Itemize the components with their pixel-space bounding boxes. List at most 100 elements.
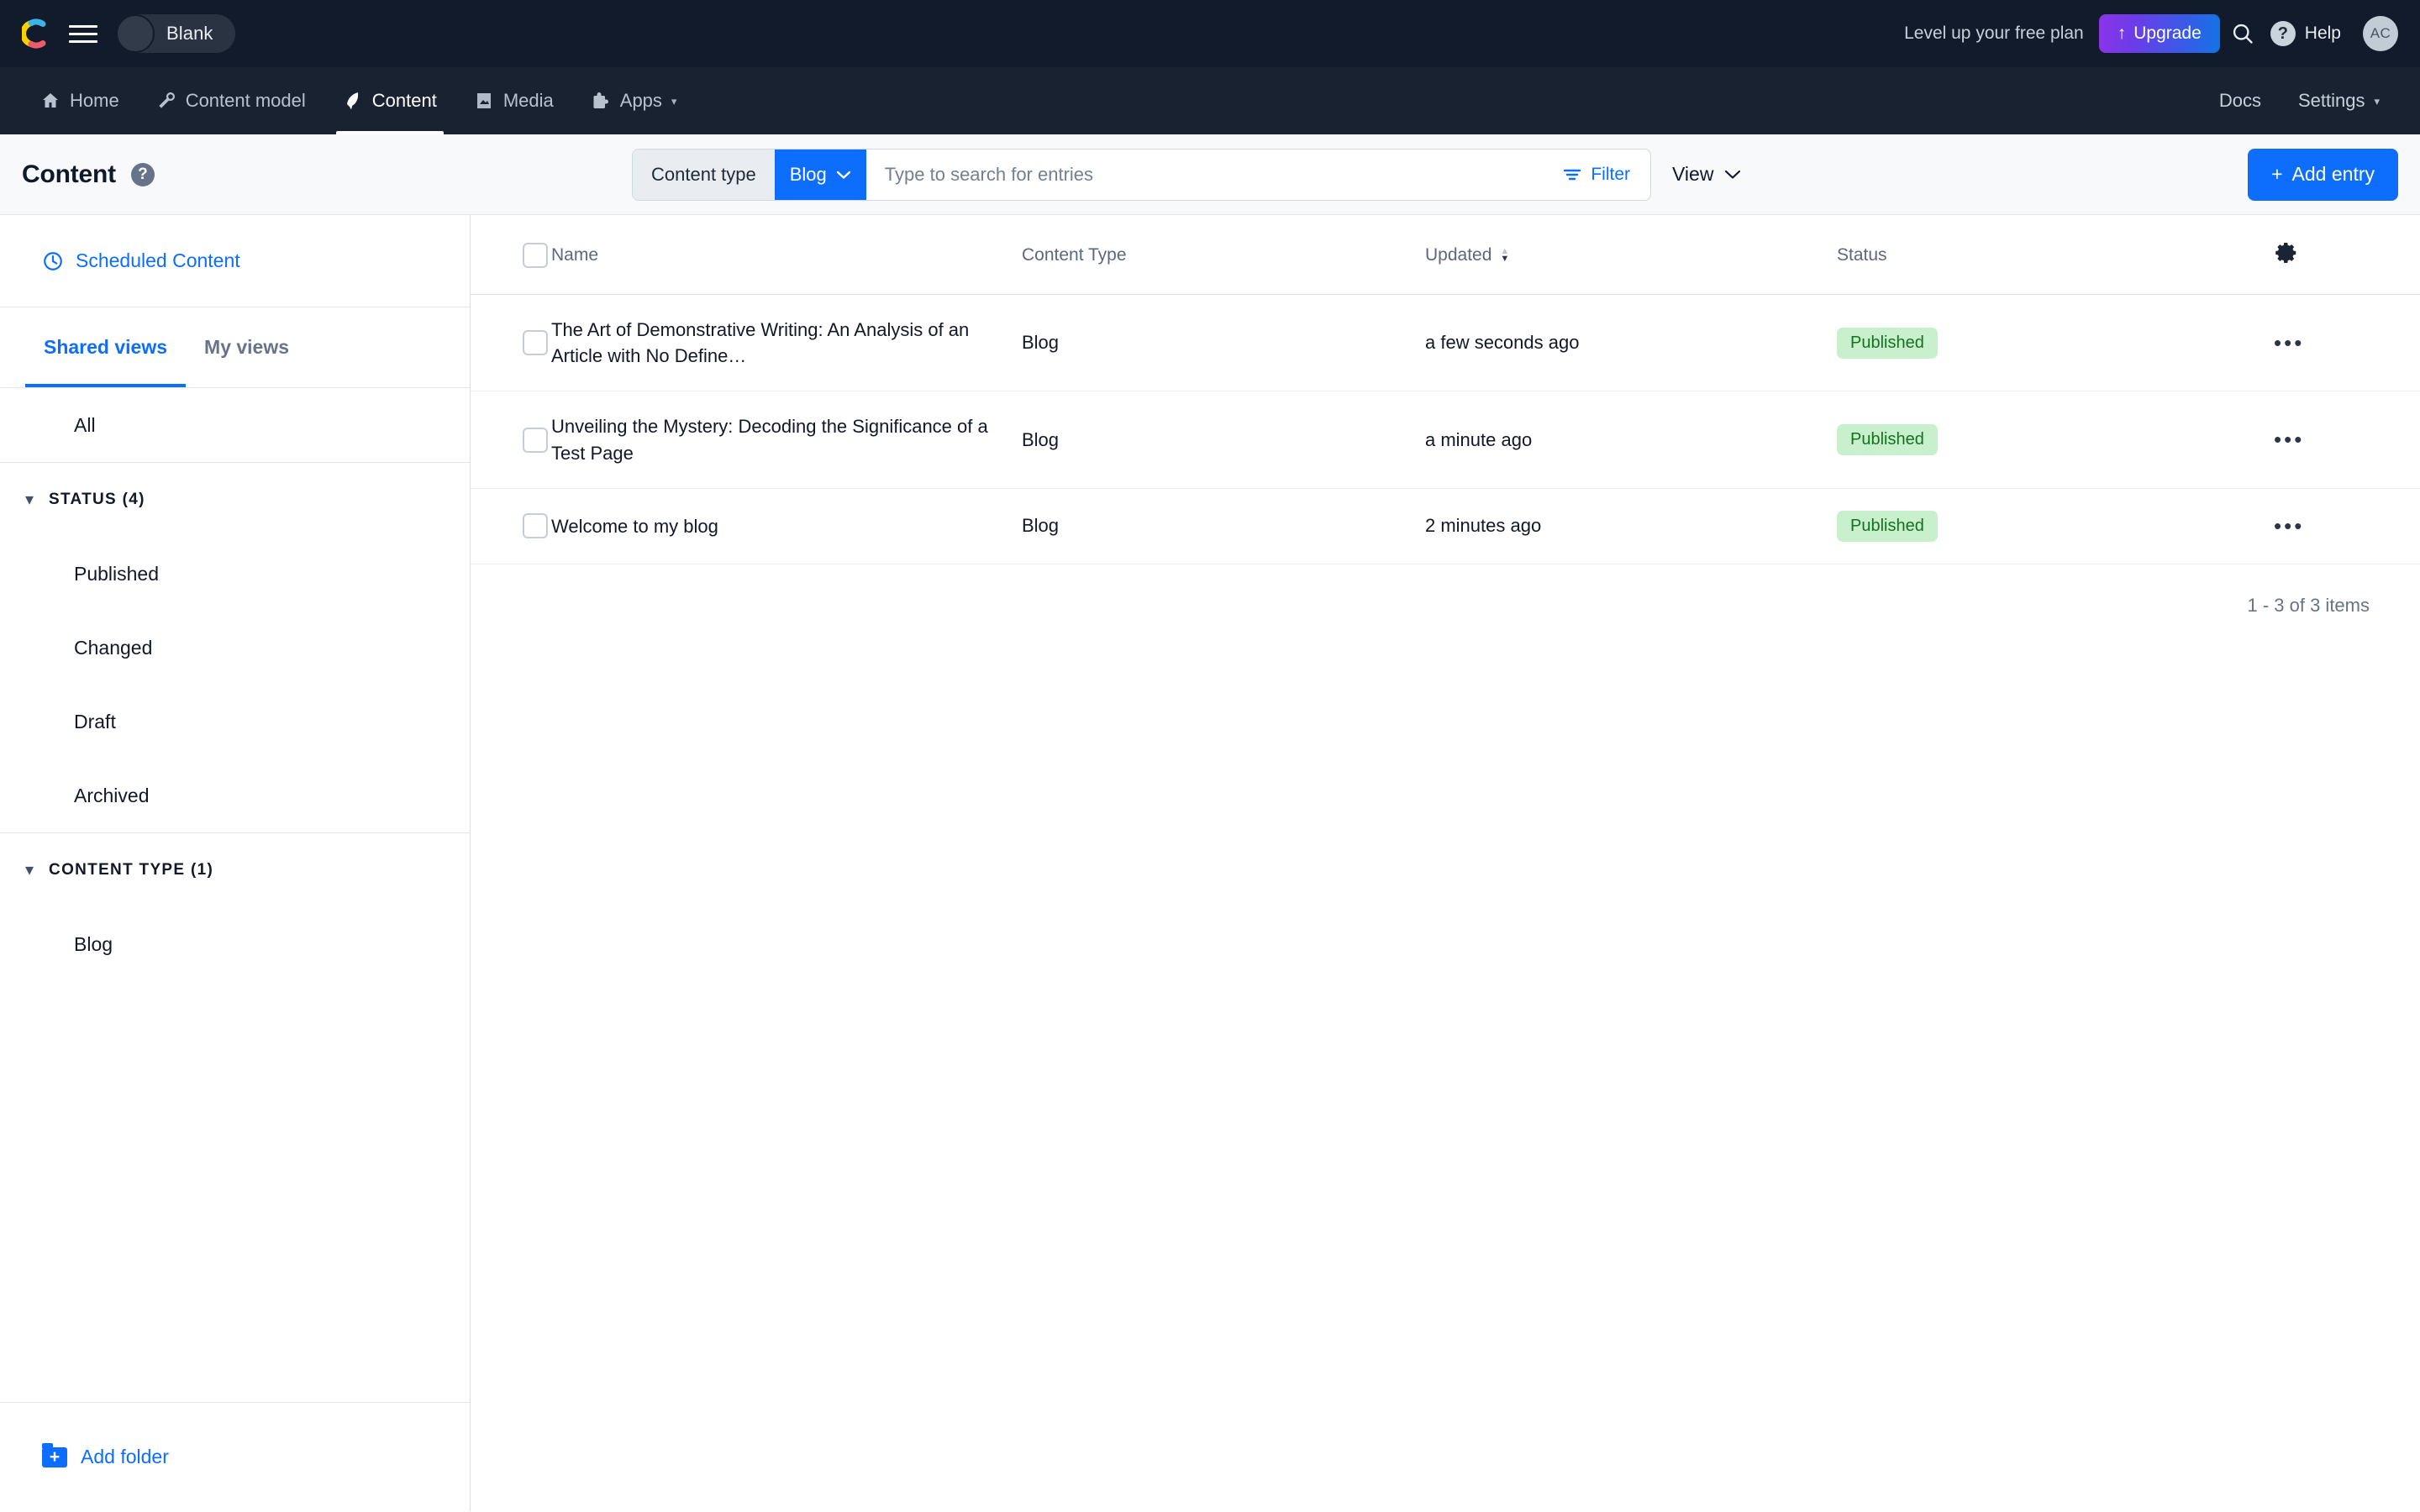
hamburger-menu-icon[interactable]: [69, 19, 97, 48]
contentful-logo-icon[interactable]: [22, 18, 50, 49]
search-bar: Content type Blog Filter: [632, 148, 1651, 201]
nav-item-content[interactable]: Content: [324, 67, 455, 134]
sidebar-item-archived[interactable]: Archived: [0, 759, 470, 832]
nav-item-home[interactable]: Home: [22, 67, 138, 134]
select-all-checkbox[interactable]: [523, 243, 548, 268]
row-select-cell: [471, 294, 551, 392]
table-row[interactable]: Welcome to my blog Blog 2 minutes ago Pu…: [471, 488, 2420, 564]
row-name[interactable]: Unveiling the Mystery: Decoding the Sign…: [551, 391, 1022, 489]
column-header-content-type[interactable]: Content Type: [1022, 215, 1425, 295]
gear-icon[interactable]: [2274, 240, 2299, 270]
status-badge: Published: [1837, 424, 1938, 456]
level-up-text: Level up your free plan: [1904, 24, 2084, 43]
arrow-up-icon: ↑: [2117, 24, 2127, 43]
add-folder-label: Add folder: [81, 1446, 169, 1467]
nav-item-content-model[interactable]: Content model: [138, 67, 324, 134]
table-header: Name Content Type Updated ▲ ▼ Status: [471, 215, 2420, 295]
sidebar-item-blog[interactable]: Blog: [0, 907, 470, 981]
sidebar-item-published[interactable]: Published: [0, 537, 470, 611]
page-subheader: Content ? Content type Blog Filter View …: [0, 134, 2420, 215]
nav-item-apps[interactable]: Apps ▾: [572, 67, 696, 134]
row-content-type: Blog: [1022, 488, 1425, 564]
sidebar-item-label: All: [74, 413, 96, 436]
nav-label: Home: [70, 90, 119, 111]
sidebar-group-content-type[interactable]: ▾ CONTENT TYPE (1): [0, 833, 470, 907]
row-select-cell: [471, 391, 551, 489]
row-updated: a minute ago: [1425, 391, 1837, 489]
help-button[interactable]: ? Help: [2270, 21, 2341, 46]
nav-item-docs[interactable]: Docs: [2201, 67, 2280, 134]
help-icon[interactable]: ?: [130, 162, 155, 186]
space-switcher[interactable]: Blank: [116, 14, 235, 53]
entries-panel: Name Content Type Updated ▲ ▼ Status The…: [471, 215, 2420, 1511]
row-actions-cell: •••: [2274, 391, 2420, 489]
nav-item-settings[interactable]: Settings ▾: [2280, 67, 2398, 134]
column-header-status[interactable]: Status: [1837, 215, 2274, 295]
row-checkbox[interactable]: [523, 513, 548, 539]
sidebar: Scheduled Content Shared views My views …: [0, 215, 471, 1511]
upgrade-button[interactable]: ↑ Upgrade: [2098, 14, 2220, 53]
table-row[interactable]: Unveiling the Mystery: Decoding the Sign…: [471, 391, 2420, 489]
puzzle-icon: [593, 92, 608, 108]
nav-right-group: Docs Settings ▾: [2201, 67, 2398, 134]
nav-label: Docs: [2218, 90, 2261, 111]
add-entry-button[interactable]: + Add entry: [2248, 148, 2398, 201]
folder-plus-icon: [42, 1442, 67, 1467]
sidebar-item-label: Draft: [74, 710, 116, 732]
search-input[interactable]: [865, 149, 1544, 200]
table-body: The Art of Demonstrative Writing: An Ana…: [471, 294, 2420, 564]
sidebar-item-scheduled-content[interactable]: Scheduled Content: [0, 215, 470, 307]
table-header-row: Name Content Type Updated ▲ ▼ Status: [471, 215, 2420, 295]
nav-label: Media: [502, 90, 554, 111]
sidebar-group-status[interactable]: ▾ STATUS (4): [0, 463, 470, 537]
row-menu-button[interactable]: •••: [2274, 427, 2304, 452]
sidebar-item-draft[interactable]: Draft: [0, 685, 470, 759]
row-name[interactable]: Welcome to my blog: [551, 488, 1022, 564]
chevron-down-icon: [1725, 170, 1741, 179]
help-label: Help: [2304, 24, 2341, 43]
pagination-summary: 1 - 3 of 3 items: [2247, 594, 2370, 616]
column-header-settings: [2274, 215, 2420, 295]
image-icon: [476, 93, 491, 108]
tab-label: My views: [204, 336, 290, 358]
status-badge: Published: [1837, 327, 1938, 359]
sidebar-item-label: Blog: [74, 932, 113, 955]
row-content-type: Blog: [1022, 391, 1425, 489]
row-checkbox[interactable]: [523, 427, 548, 453]
entries-table: Name Content Type Updated ▲ ▼ Status The…: [471, 215, 2420, 564]
view-label: View: [1672, 163, 1714, 185]
row-status-cell: Published: [1837, 294, 2274, 392]
avatar[interactable]: AC: [2363, 16, 2398, 51]
content-type-select[interactable]: Blog: [774, 149, 866, 200]
row-menu-button[interactable]: •••: [2274, 330, 2304, 355]
tab-label: Shared views: [44, 336, 168, 358]
tab-shared-views[interactable]: Shared views: [25, 307, 187, 387]
nav-item-media[interactable]: Media: [455, 67, 572, 134]
sidebar-item-label: Archived: [74, 784, 150, 806]
row-menu-button[interactable]: •••: [2274, 513, 2304, 538]
views-tabs: Shared views My views: [0, 307, 470, 388]
table-row[interactable]: The Art of Demonstrative Writing: An Ana…: [471, 294, 2420, 392]
add-entry-label: Add entry: [2291, 163, 2375, 185]
plus-icon: +: [2271, 163, 2283, 185]
tab-my-views[interactable]: My views: [186, 307, 308, 387]
add-folder-button[interactable]: Add folder: [0, 1402, 470, 1511]
row-status-cell: Published: [1837, 488, 2274, 564]
column-label: Updated: [1425, 245, 1492, 265]
chevron-down-icon: ▾: [671, 94, 677, 108]
content-type-label[interactable]: Content type: [633, 149, 775, 200]
filter-button[interactable]: Filter: [1543, 165, 1650, 185]
view-dropdown[interactable]: View: [1672, 163, 1741, 186]
sidebar-item-all[interactable]: All: [0, 388, 470, 462]
column-header-updated[interactable]: Updated ▲ ▼: [1425, 215, 1837, 295]
row-name[interactable]: The Art of Demonstrative Writing: An Ana…: [551, 294, 1022, 392]
page-body: Scheduled Content Shared views My views …: [0, 215, 2420, 1511]
wrench-icon: [159, 92, 175, 108]
row-checkbox[interactable]: [523, 330, 548, 356]
sidebar-item-changed[interactable]: Changed: [0, 611, 470, 685]
column-header-name[interactable]: Name: [551, 215, 1022, 295]
search-icon[interactable]: [2220, 11, 2265, 56]
nav-label: Apps: [619, 90, 662, 111]
chevron-down-icon: [836, 171, 850, 179]
